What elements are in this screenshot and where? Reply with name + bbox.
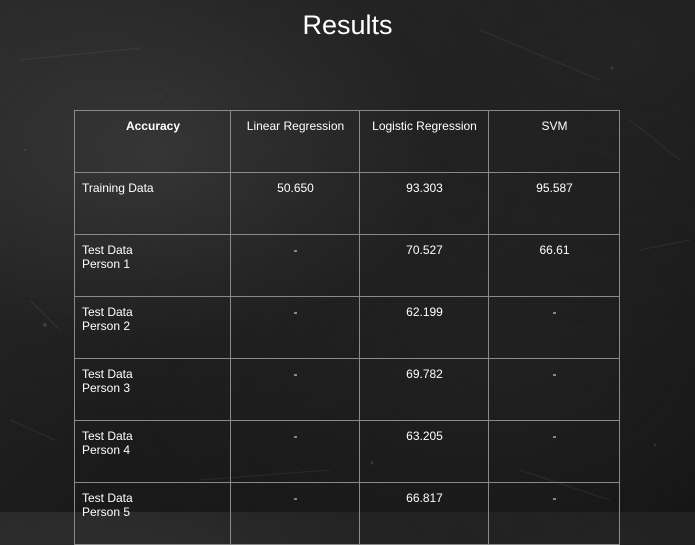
svm-value: 95.587 <box>488 172 620 235</box>
svm-value: - <box>488 296 620 359</box>
row-label: Test Data Person 5 <box>74 482 231 545</box>
header-accuracy: Accuracy <box>74 110 231 173</box>
table-header-row: Accuracy Linear Regression Logistic Regr… <box>74 110 620 173</box>
table-row: Test Data Person 5 - 66.817 - <box>74 482 620 545</box>
row-label-line: Person 2 <box>82 319 131 333</box>
row-label: Training Data <box>74 172 231 235</box>
row-label-line: Person 4 <box>82 443 131 457</box>
row-label-line: Person 1 <box>82 257 131 271</box>
logistic-value: 66.817 <box>359 482 489 545</box>
linear-value: - <box>230 234 360 297</box>
row-label: Test Data Person 3 <box>74 358 231 421</box>
row-label: Test Data Person 2 <box>74 296 231 359</box>
row-label: Test Data Person 4 <box>74 420 231 483</box>
row-label-line: Test Data <box>82 305 133 319</box>
row-label-line: Test Data <box>82 429 133 443</box>
logistic-value: 93.303 <box>359 172 489 235</box>
page-title: Results <box>302 10 393 40</box>
linear-value: - <box>230 420 360 483</box>
svm-value: 66.61 <box>488 234 620 297</box>
linear-value: - <box>230 482 360 545</box>
svm-value: - <box>488 420 620 483</box>
table-row: Test Data Person 4 - 63.205 - <box>74 420 620 483</box>
logistic-value: 63.205 <box>359 420 489 483</box>
svm-value: - <box>488 358 620 421</box>
header-logistic-regression: Logistic Regression <box>359 110 489 173</box>
row-label: Test Data Person 1 <box>74 234 231 297</box>
table-row: Test Data Person 2 - 62.199 - <box>74 296 620 359</box>
logistic-value: 70.527 <box>359 234 489 297</box>
table-row: Test Data Person 1 - 70.527 66.61 <box>74 234 620 297</box>
linear-value: - <box>230 358 360 421</box>
table-row: Test Data Person 3 - 69.782 - <box>74 358 620 421</box>
logistic-value: 69.782 <box>359 358 489 421</box>
table-row: Training Data 50.650 93.303 95.587 <box>74 172 620 235</box>
row-label-line: Test Data <box>82 367 133 381</box>
svm-value: - <box>488 482 620 545</box>
row-label-line: Person 3 <box>82 381 131 395</box>
row-label-line: Training Data <box>82 181 154 195</box>
linear-value: - <box>230 296 360 359</box>
logistic-value: 62.199 <box>359 296 489 359</box>
header-linear-regression: Linear Regression <box>230 110 360 173</box>
header-svm: SVM <box>488 110 620 173</box>
row-label-line: Person 5 <box>82 505 131 519</box>
row-label-line: Test Data <box>82 243 133 257</box>
row-label-line: Test Data <box>82 491 133 505</box>
results-table: Accuracy Linear Regression Logistic Regr… <box>74 110 620 545</box>
linear-value: 50.650 <box>230 172 360 235</box>
